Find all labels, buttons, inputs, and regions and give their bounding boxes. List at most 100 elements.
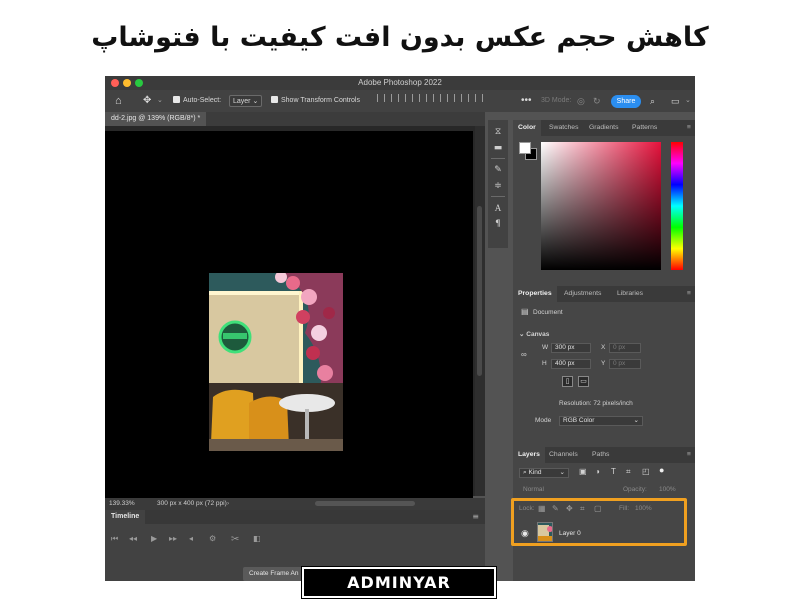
width-field[interactable]: 300 px	[551, 343, 591, 353]
tab-channels[interactable]: Channels	[549, 447, 578, 463]
align-bottom-icon[interactable]	[446, 94, 455, 102]
align-top-icon[interactable]	[418, 94, 427, 102]
split-scissors-icon[interactable]: ✂	[231, 534, 239, 545]
divider	[491, 196, 505, 197]
portrait-orientation-icon[interactable]: ▯	[562, 376, 573, 387]
document-label: Document	[533, 309, 563, 316]
audio-icon[interactable]: ◂	[189, 534, 193, 543]
home-icon[interactable]: ⌂	[115, 90, 122, 112]
filter-type-icon[interactable]: T	[611, 467, 616, 476]
minimize-window-button[interactable]	[123, 79, 131, 87]
tab-paths[interactable]: Paths	[592, 447, 609, 463]
tab-libraries[interactable]: Libraries	[617, 286, 643, 302]
opacity-value[interactable]: 100%	[659, 486, 676, 493]
horizontal-scrollbar[interactable]	[315, 501, 415, 506]
workspace-icon[interactable]: ▭	[671, 90, 680, 112]
blend-mode-dropdown[interactable]: Normal	[523, 486, 544, 493]
timeline-tab[interactable]: Timeline	[105, 510, 146, 524]
align-middle-icon[interactable]	[432, 94, 441, 102]
height-field[interactable]: 400 px	[551, 359, 591, 369]
show-transform-checkbox[interactable]: Show Transform Controls	[271, 90, 360, 112]
layer-filter-dropdown[interactable]: ⌕ Kind ⌄	[519, 468, 569, 478]
window-title: Adobe Photoshop 2022	[358, 78, 442, 87]
panel-menu-icon[interactable]: ≡	[687, 286, 691, 302]
share-button[interactable]: Share	[611, 95, 641, 108]
auto-select-checkbox[interactable]: Auto-Select:	[173, 90, 221, 112]
width-label: W	[542, 344, 549, 351]
panel-menu-icon[interactable]: ≡	[472, 510, 479, 524]
tab-layers[interactable]: Layers	[513, 447, 545, 463]
create-frame-animation-button[interactable]: Create Frame An	[243, 567, 305, 581]
document-info: 300 px x 400 px (72 ppi)	[157, 500, 227, 507]
height-label: H	[542, 360, 547, 367]
filter-pixel-icon[interactable]: ▣	[579, 467, 587, 476]
cafe-photo-illustration	[209, 273, 343, 451]
settings-icon[interactable]: ⚙	[209, 534, 216, 543]
more-options-icon[interactable]: •••	[521, 90, 532, 112]
paragraph-icon[interactable]: ¶	[492, 218, 504, 230]
adjustments-icon[interactable]: ≑	[492, 180, 504, 192]
tab-adjustments[interactable]: Adjustments	[564, 286, 601, 302]
align-right-icon[interactable]	[404, 94, 413, 102]
scroll-thumb[interactable]	[477, 206, 482, 376]
tab-properties[interactable]: Properties	[513, 286, 557, 302]
history-icon[interactable]: ⧖	[492, 126, 504, 138]
align-center-icon[interactable]	[390, 94, 399, 102]
auto-select-dropdown[interactable]: Layer ⌄	[229, 95, 263, 107]
distribute-icon[interactable]	[460, 94, 469, 102]
move-tool-icon[interactable]: ✥	[143, 90, 151, 112]
tab-patterns[interactable]: Patterns	[632, 120, 657, 136]
tab-color[interactable]: Color	[513, 120, 541, 136]
filter-adjustment-icon[interactable]: ◑	[595, 467, 600, 476]
document-icon: ▤	[521, 307, 529, 316]
landscape-orientation-icon[interactable]: ▭	[578, 376, 589, 387]
hue-slider[interactable]	[671, 142, 683, 270]
chevron-right-icon[interactable]: ›	[227, 498, 229, 510]
vertical-scrollbar[interactable]	[475, 126, 485, 496]
3d-roll-icon[interactable]: ↻	[593, 90, 601, 112]
article-headline: کاهش حجم عکس بدون افت کیفیت با فتوشاپ	[91, 22, 709, 53]
status-bar: 139.33% 300 px x 400 px (72 ppi) ›	[105, 498, 485, 510]
canvas-area[interactable]	[105, 131, 473, 499]
character-icon[interactable]: A	[492, 202, 504, 214]
color-mode-dropdown[interactable]: RGB Color ⌄	[559, 416, 643, 426]
foreground-color-swatch[interactable]	[519, 142, 531, 154]
document-tab[interactable]: dd-2.jpg @ 139% (RGB/8*) *	[105, 112, 207, 126]
zoom-level[interactable]: 139.33%	[109, 498, 135, 510]
transition-icon[interactable]: ◧	[253, 534, 261, 543]
tab-swatches[interactable]: Swatches	[549, 120, 578, 136]
chevron-down-icon[interactable]: ⌄	[685, 90, 691, 112]
next-frame-icon[interactable]: ▸▸	[169, 534, 177, 543]
tab-gradients[interactable]: Gradients	[589, 120, 618, 136]
align-left-icon[interactable]	[377, 94, 385, 102]
search-icon[interactable]: ⌕	[650, 90, 655, 112]
chevron-down-icon: ⌄	[559, 469, 565, 476]
watermark-brand: ADMINYAR	[301, 566, 497, 599]
x-label: X	[601, 344, 606, 351]
x-field[interactable]: 0 px	[609, 343, 641, 353]
brush-icon[interactable]: ✎	[492, 164, 504, 176]
align-buttons[interactable]	[375, 90, 485, 112]
comments-icon[interactable]: ▬	[492, 142, 504, 154]
3d-orbit-icon[interactable]: ◎	[577, 90, 585, 112]
chevron-down-icon[interactable]: ⌄	[157, 90, 163, 112]
y-field[interactable]: 0 px	[609, 359, 641, 369]
mode-label: Mode	[535, 417, 552, 424]
close-window-button[interactable]	[111, 79, 119, 87]
filter-toggle-icon[interactable]: ●	[659, 465, 664, 475]
options-bar: ⌂ ✥ ⌄ Auto-Select: Layer ⌄ Show Transfor…	[105, 90, 695, 112]
opacity-label: Opacity:	[623, 486, 647, 493]
previous-frame-icon[interactable]: ◂◂	[129, 534, 137, 543]
canvas-section-toggle[interactable]: ⌄ Canvas	[519, 330, 549, 338]
panel-menu-icon[interactable]: ≡	[687, 447, 691, 463]
first-frame-icon[interactable]: ⏮	[111, 534, 118, 544]
play-icon[interactable]: ▶	[151, 534, 157, 543]
filter-shape-icon[interactable]: ⌗	[626, 467, 631, 477]
distribute-vertical-icon[interactable]	[474, 94, 483, 102]
color-picker-field[interactable]	[541, 142, 661, 270]
panel-menu-icon[interactable]: ≡	[687, 120, 691, 136]
zoom-window-button[interactable]	[135, 79, 143, 87]
link-dimensions-icon[interactable]: ∞	[521, 350, 527, 359]
filter-smart-object-icon[interactable]: ◰	[642, 467, 650, 476]
resolution-text: Resolution: 72 pixels/inch	[559, 400, 633, 407]
